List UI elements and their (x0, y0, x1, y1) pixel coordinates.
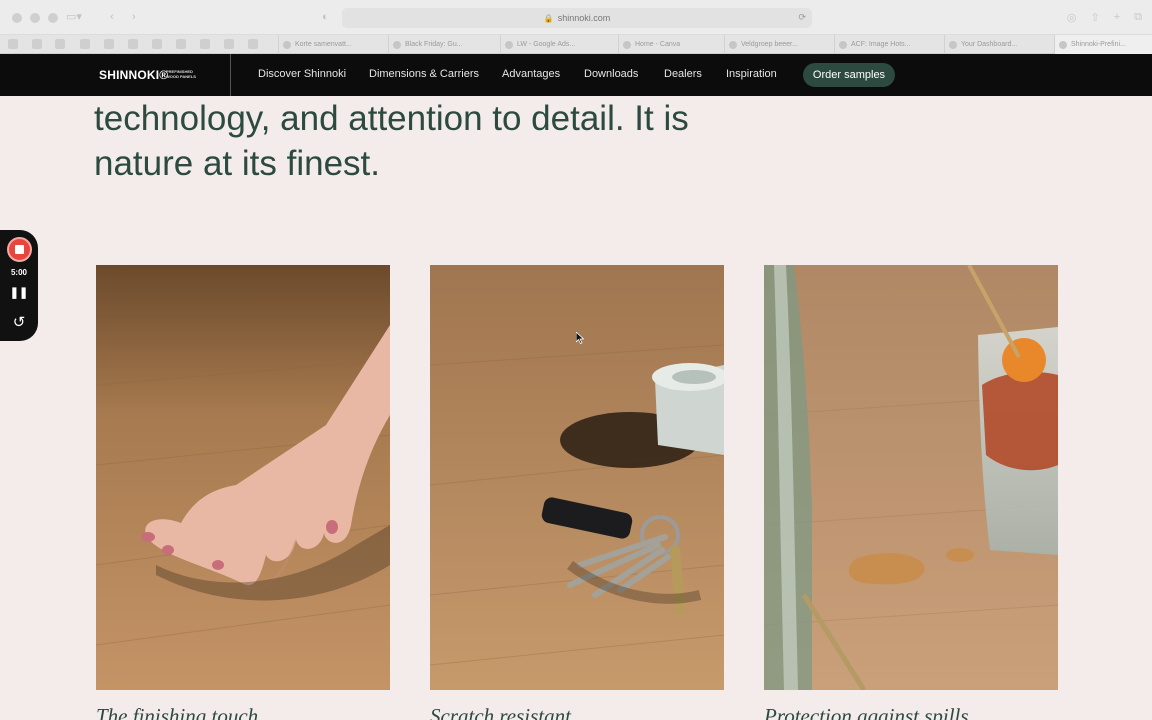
card-caption: Protection against spills (764, 704, 969, 720)
bookmark-icon[interactable] (55, 39, 65, 49)
share-icon[interactable]: ⇧ (1090, 11, 1099, 24)
tab-bar: Korte samenvatt... Black Friday: Gu... L… (0, 35, 1152, 54)
recording-timer: 5:00 (10, 268, 27, 277)
keys-on-wood-photo (430, 265, 724, 690)
nav-inspiration[interactable]: Inspiration (726, 68, 777, 80)
nav-dimensions-carriers[interactable]: Dimensions & Carriers (369, 68, 479, 80)
close-window-icon[interactable] (12, 13, 22, 23)
browser-tab[interactable]: ACF: Image Hots... (834, 35, 930, 54)
tab-favicon-icon (729, 40, 737, 49)
hand-on-wood-photo (96, 265, 390, 690)
reload-icon[interactable]: ⟳ (798, 12, 806, 23)
browser-tab[interactable]: Veldgroep beeer... (724, 35, 820, 54)
stop-recording-icon[interactable] (7, 237, 32, 262)
window-controls[interactable] (12, 13, 58, 23)
section-headline: technology, and attention to detail. It … (94, 99, 689, 183)
lock-icon: 🔒 (543, 13, 554, 23)
screen-recorder-widget: 5:00 ❚❚ ↺ (0, 230, 38, 341)
bookmark-icon[interactable] (200, 39, 210, 49)
bookmark-icon[interactable] (128, 39, 138, 49)
browser-tab[interactable]: Korte samenvatt... (278, 35, 374, 54)
bookmark-icon[interactable] (8, 39, 18, 49)
nav-downloads[interactable]: Downloads (584, 68, 638, 80)
browser-tab[interactable]: Black Friday: Gu... (388, 35, 484, 54)
site-logo[interactable]: SHINNOKI® (99, 68, 168, 82)
order-samples-button[interactable]: Order samples (803, 63, 895, 87)
download-icon[interactable]: ◎ (1067, 11, 1077, 24)
sidebar-icon[interactable]: ▭▾ (66, 11, 82, 23)
nav-divider (230, 54, 231, 96)
bookmark-icon[interactable] (224, 39, 234, 49)
tab-favicon-icon (393, 40, 401, 49)
browser-tab[interactable]: Home - Canva (618, 35, 710, 54)
nav-dealers[interactable]: Dealers (664, 68, 702, 80)
tab-favicon-icon (505, 40, 513, 49)
url-text: shinnoki.com (557, 13, 611, 23)
bookmark-icon[interactable] (152, 39, 162, 49)
privacy-shield-icon[interactable]: ◐ (322, 11, 329, 23)
restart-icon[interactable]: ↺ (0, 313, 38, 331)
browser-tab[interactable]: Your Dashboard... (944, 35, 1040, 54)
tab-favicon-icon (1059, 40, 1067, 49)
new-tab-icon[interactable]: + (1114, 11, 1120, 24)
logo-tagline: PREFINISHED WOOD PANELS (166, 69, 196, 79)
pause-icon[interactable]: ❚❚ (0, 286, 38, 299)
nav-discover-shinnoki[interactable]: Discover Shinnoki (258, 68, 346, 80)
tab-favicon-icon (623, 40, 631, 49)
star-icon[interactable] (248, 39, 258, 49)
card-caption: Scratch resistant (430, 704, 571, 720)
minimize-window-icon[interactable] (30, 13, 40, 23)
bookmark-icon[interactable] (32, 39, 42, 49)
tab-favicon-icon (949, 40, 957, 49)
forward-icon[interactable]: › (132, 11, 136, 23)
browser-toolbar: ▭▾ ‹ › ◐ 🔒 shinnoki.com ⟳ ◎ ⇧ + ⧉ (0, 0, 1152, 35)
nav-advantages[interactable]: Advantages (502, 68, 560, 80)
tab-overview-icon[interactable]: ⧉ (1134, 11, 1142, 24)
bookmark-icon[interactable] (176, 39, 186, 49)
site-navigation: SHINNOKI® PREFINISHED WOOD PANELS Discov… (0, 54, 1152, 96)
back-icon[interactable]: ‹ (110, 11, 114, 23)
card-caption: The finishing touch (96, 704, 259, 720)
tab-favicon-icon (839, 40, 847, 49)
bookmark-icon[interactable] (80, 39, 90, 49)
tab-favicon-icon (283, 40, 291, 49)
mouse-cursor-icon (576, 332, 584, 344)
cocktail-spill-photo (764, 265, 1058, 690)
address-bar[interactable]: 🔒 shinnoki.com ⟳ (342, 8, 812, 28)
zoom-window-icon[interactable] (48, 13, 58, 23)
browser-tab[interactable]: LW - Google Ads... (500, 35, 600, 54)
bookmark-icon[interactable] (104, 39, 114, 49)
browser-tab-active[interactable]: Shinnoki-Prefini... (1054, 35, 1152, 54)
